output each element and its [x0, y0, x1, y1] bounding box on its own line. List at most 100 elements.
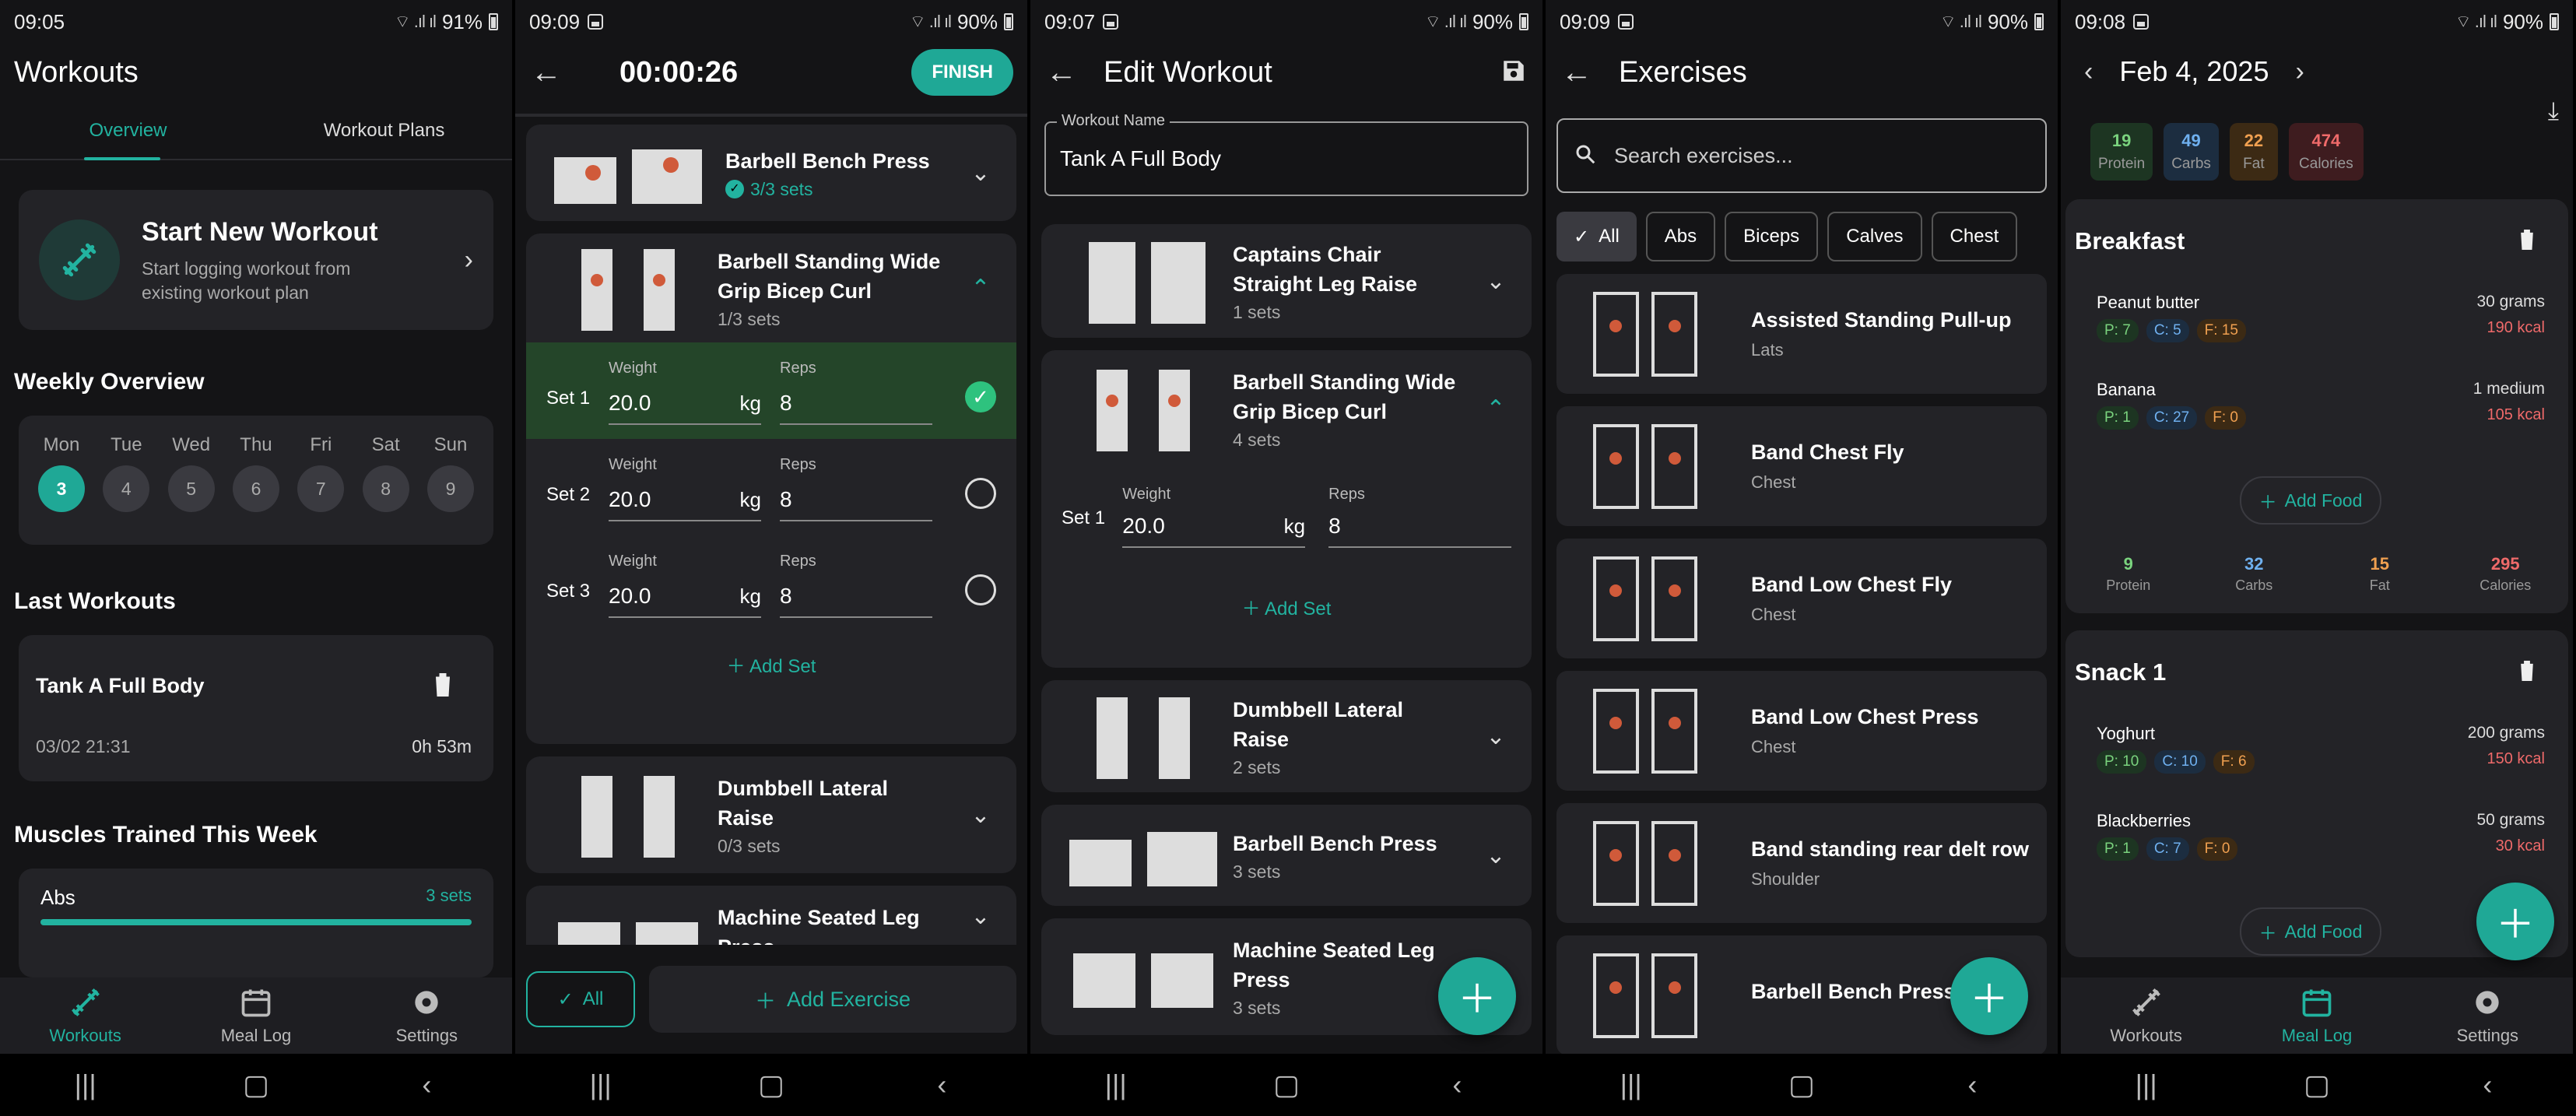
day-item[interactable]: Wed 5 [164, 434, 219, 512]
tab-workout-plans[interactable]: Workout Plans [256, 101, 512, 159]
next-day-icon[interactable]: › [2295, 57, 2304, 87]
weight-field[interactable]: Weight 20.0 kg [609, 355, 761, 425]
chevron-down-icon[interactable]: ⌄ [957, 160, 1004, 187]
back-icon[interactable]: ‹ [2441, 1069, 2534, 1101]
calendar-icon [2302, 989, 2332, 1017]
nav-meal-log[interactable]: Meal Log [2239, 985, 2395, 1046]
back-arrow-icon[interactable]: ← [1046, 55, 1077, 90]
finish-button[interactable]: FINISH [911, 49, 1013, 96]
reps-field[interactable]: Reps 8 [780, 548, 932, 618]
tab-overview[interactable]: Overview [0, 101, 256, 159]
chevron-up-icon[interactable]: ⌃ [1472, 395, 1519, 423]
bottom-navigation: Workouts Meal Log Settings [0, 977, 512, 1054]
summary-label: Carbs [2235, 577, 2273, 593]
weight-field[interactable]: Weight 20.0 kg [1122, 486, 1306, 548]
search-input[interactable]: Search exercises... [1556, 118, 2047, 193]
recents-icon[interactable]: ||| [2100, 1069, 2193, 1101]
filter-chip-abs[interactable]: Abs [1645, 212, 1716, 261]
exercise-card-bench[interactable]: Barbell Bench Press 3 sets ⌄ [1041, 805, 1532, 906]
nav-workouts[interactable]: Workouts [8, 985, 163, 1046]
add-set-button[interactable]: ＋ Add Set [526, 651, 1016, 678]
trash-icon[interactable] [2517, 227, 2537, 256]
exercise-list-item[interactable]: Band standing rear delt row Shoulder [1556, 803, 2047, 923]
reps-field[interactable]: Reps 8 [1328, 486, 1511, 548]
exercise-list-item[interactable]: Band Low Chest Fly Chest [1556, 539, 2047, 658]
trash-icon[interactable] [2517, 658, 2537, 687]
chevron-down-icon[interactable]: ⌄ [957, 802, 1004, 829]
weight-field[interactable]: Weight 20.0 kg [609, 451, 761, 521]
food-item[interactable]: Peanut butter 30 grams 190 kcal P: 7 C: 5 F: … [2065, 293, 2568, 380]
recents-icon[interactable]: ||| [1585, 1069, 1678, 1101]
back-arrow-icon[interactable]: ← [1561, 55, 1592, 90]
reps-field[interactable]: Reps 8 [780, 355, 932, 425]
filter-chip-all[interactable]: ✓ All [1556, 212, 1637, 261]
weight-label: Weight [609, 360, 657, 377]
recents-icon[interactable]: ||| [39, 1069, 132, 1101]
exercise-card-lateral-raise[interactable]: Dumbbell Lateral Raise 0/3 sets ⌄ [526, 756, 1016, 873]
empty-circle-icon[interactable] [965, 478, 996, 509]
exercise-header[interactable]: Barbell Standing Wide Grip Bicep Curl 1/… [526, 233, 1016, 342]
back-icon[interactable]: ‹ [380, 1069, 473, 1101]
empty-circle-icon[interactable] [965, 574, 996, 605]
day-item[interactable]: Sat 8 [359, 434, 413, 512]
add-food-button[interactable]: ＋ Add Food [2240, 907, 2381, 956]
filter-chip-calves[interactable]: Calves [1827, 212, 1922, 261]
add-set-button[interactable]: ＋ Add Set [1041, 593, 1532, 620]
prev-day-icon[interactable]: ‹ [2084, 57, 2093, 87]
chevron-down-icon[interactable]: ⌄ [957, 903, 1004, 930]
exercise-card-lateral-raise[interactable]: Dumbbell Lateral Raise 2 sets ⌄ [1041, 680, 1532, 792]
food-item[interactable]: Banana 1 medium 105 kcal P: 1 C: 27 F: 0 [2065, 380, 2568, 467]
reps-field[interactable]: Reps 8 [780, 451, 932, 521]
exercise-list-item[interactable]: Assisted Standing Pull-up Lats [1556, 274, 2047, 394]
filter-chip-biceps[interactable]: Biceps [1725, 212, 1819, 261]
home-icon[interactable]: ▢ [1755, 1069, 1848, 1101]
set-row: Set 3 Weight 20.0 kg Reps 8 [526, 535, 1016, 632]
chevron-up-icon[interactable]: ⌃ [957, 275, 1004, 302]
recents-icon[interactable]: ||| [554, 1069, 648, 1101]
chevron-down-icon[interactable]: ⌄ [1472, 723, 1519, 750]
exercise-card-bench[interactable]: Barbell Bench Press ✓ 3/3 sets ⌄ [526, 125, 1016, 221]
food-item[interactable]: Blackberries 50 grams 30 kcal P: 1 C: 7 F: 0 [2065, 811, 2568, 898]
nav-settings[interactable]: Settings [349, 985, 504, 1046]
exercise-card-captains-chair[interactable]: Captains Chair Straight Leg Raise 1 sets… [1041, 224, 1532, 338]
check-circle-icon[interactable]: ✓ [965, 381, 996, 412]
exercise-header[interactable]: Barbell Standing Wide Grip Bicep Curl 4 … [1041, 350, 1532, 467]
nav-workouts[interactable]: Workouts [2069, 985, 2224, 1046]
back-icon[interactable]: ‹ [1925, 1069, 2019, 1101]
fat-pill: F: 0 [2196, 837, 2238, 861]
food-item[interactable]: Yoghurt 200 grams 150 kcal P: 10 C: 10 F: 6 [2065, 724, 2568, 811]
workout-name-field[interactable]: Workout Name Tank A Full Body [1044, 112, 1528, 196]
save-icon[interactable] [1500, 58, 1527, 88]
all-filter-button[interactable]: ✓ All [526, 971, 635, 1027]
back-arrow-icon[interactable]: ← [531, 55, 562, 90]
filter-chip-chest[interactable]: Chest [1931, 212, 2018, 261]
add-exercise-button[interactable]: ＋ Add Exercise [649, 966, 1016, 1033]
home-icon[interactable]: ▢ [725, 1069, 818, 1101]
home-icon[interactable]: ▢ [1240, 1069, 1333, 1101]
day-item[interactable]: Tue 4 [99, 434, 153, 512]
add-meal-fab[interactable]: ＋ [2476, 883, 2554, 960]
nav-meal-log[interactable]: Meal Log [178, 985, 334, 1046]
back-icon[interactable]: ‹ [1410, 1069, 1504, 1101]
last-workout-card[interactable]: Tank A Full Body 03/02 21:31 0h 53m [19, 635, 493, 781]
download-icon[interactable]: ⤓ [2548, 97, 2559, 126]
add-exercise-fab[interactable]: ＋ [1950, 957, 2028, 1035]
home-icon[interactable]: ▢ [2270, 1069, 2364, 1101]
day-item[interactable]: Fri 7 [293, 434, 348, 512]
home-icon[interactable]: ▢ [209, 1069, 303, 1101]
weight-field[interactable]: Weight 20.0 kg [609, 548, 761, 618]
trash-icon[interactable] [431, 671, 454, 703]
recents-icon[interactable]: ||| [1069, 1069, 1163, 1101]
chevron-down-icon[interactable]: ⌄ [1472, 268, 1519, 295]
chevron-down-icon[interactable]: ⌄ [1472, 842, 1519, 869]
day-item[interactable]: Mon 3 [34, 434, 89, 512]
day-item[interactable]: Sun 9 [423, 434, 478, 512]
exercise-list-item[interactable]: Band Chest Fly Chest [1556, 406, 2047, 526]
add-food-button[interactable]: ＋ Add Food [2240, 476, 2381, 525]
nav-settings[interactable]: Settings [2409, 985, 2565, 1046]
day-item[interactable]: Thu 6 [229, 434, 283, 512]
start-workout-card[interactable]: Start New Workout Start logging workout … [19, 190, 493, 330]
back-icon[interactable]: ‹ [895, 1069, 988, 1101]
add-exercise-fab[interactable]: ＋ [1438, 957, 1516, 1035]
exercise-list-item[interactable]: Band Low Chest Press Chest [1556, 671, 2047, 791]
